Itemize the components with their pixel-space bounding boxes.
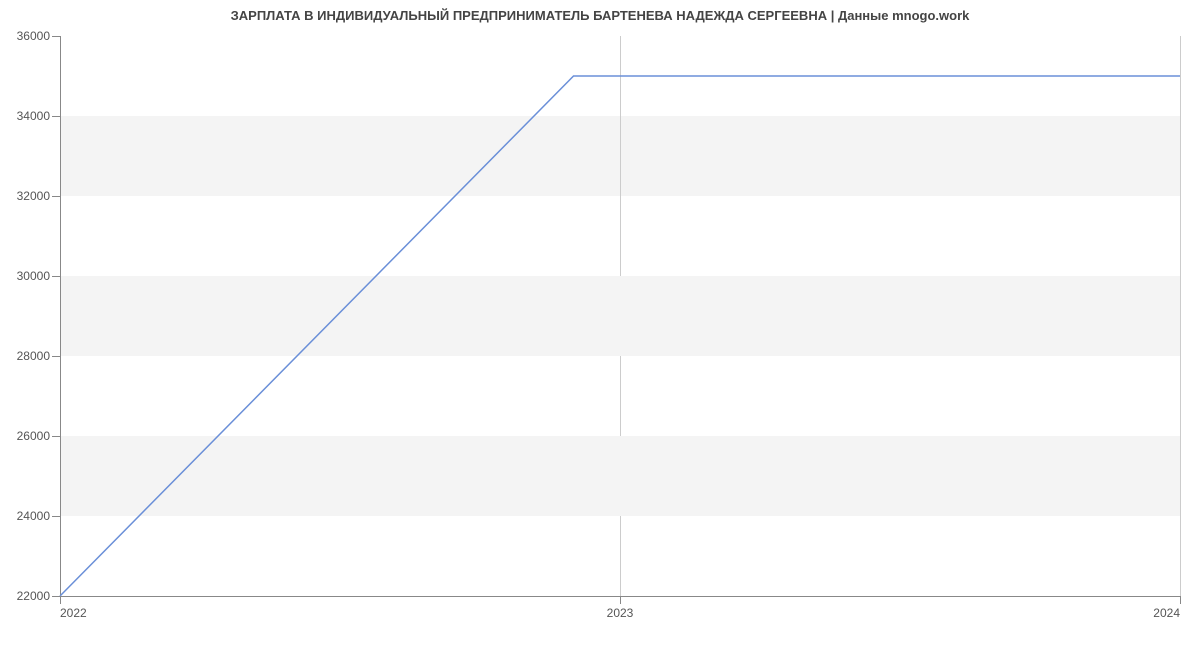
x-tick-label: 2022 xyxy=(60,606,87,620)
y-tick xyxy=(52,276,60,277)
x-tick-label: 2023 xyxy=(607,606,634,620)
x-tick xyxy=(620,596,621,604)
line-layer xyxy=(60,36,1180,596)
x-gridline xyxy=(1180,36,1181,596)
y-tick xyxy=(52,516,60,517)
y-tick-label: 26000 xyxy=(17,429,50,443)
chart-title: ЗАРПЛАТА В ИНДИВИДУАЛЬНЫЙ ПРЕДПРИНИМАТЕЛ… xyxy=(0,8,1200,23)
y-tick-label: 36000 xyxy=(17,29,50,43)
y-tick-label: 22000 xyxy=(17,589,50,603)
y-tick-label: 32000 xyxy=(17,189,50,203)
y-tick-label: 28000 xyxy=(17,349,50,363)
x-tick xyxy=(60,596,61,604)
y-tick xyxy=(52,596,60,597)
y-tick-label: 24000 xyxy=(17,509,50,523)
y-tick-label: 30000 xyxy=(17,269,50,283)
series-line xyxy=(60,76,1180,596)
y-tick xyxy=(52,116,60,117)
salary-line-chart: ЗАРПЛАТА В ИНДИВИДУАЛЬНЫЙ ПРЕДПРИНИМАТЕЛ… xyxy=(0,0,1200,650)
plot-area: 2200024000260002800030000320003400036000… xyxy=(60,36,1180,597)
y-tick xyxy=(52,356,60,357)
y-tick xyxy=(52,196,60,197)
y-tick xyxy=(52,36,60,37)
x-tick-label: 2024 xyxy=(1153,606,1180,620)
y-tick xyxy=(52,436,60,437)
y-tick-label: 34000 xyxy=(17,109,50,123)
x-tick xyxy=(1180,596,1181,604)
